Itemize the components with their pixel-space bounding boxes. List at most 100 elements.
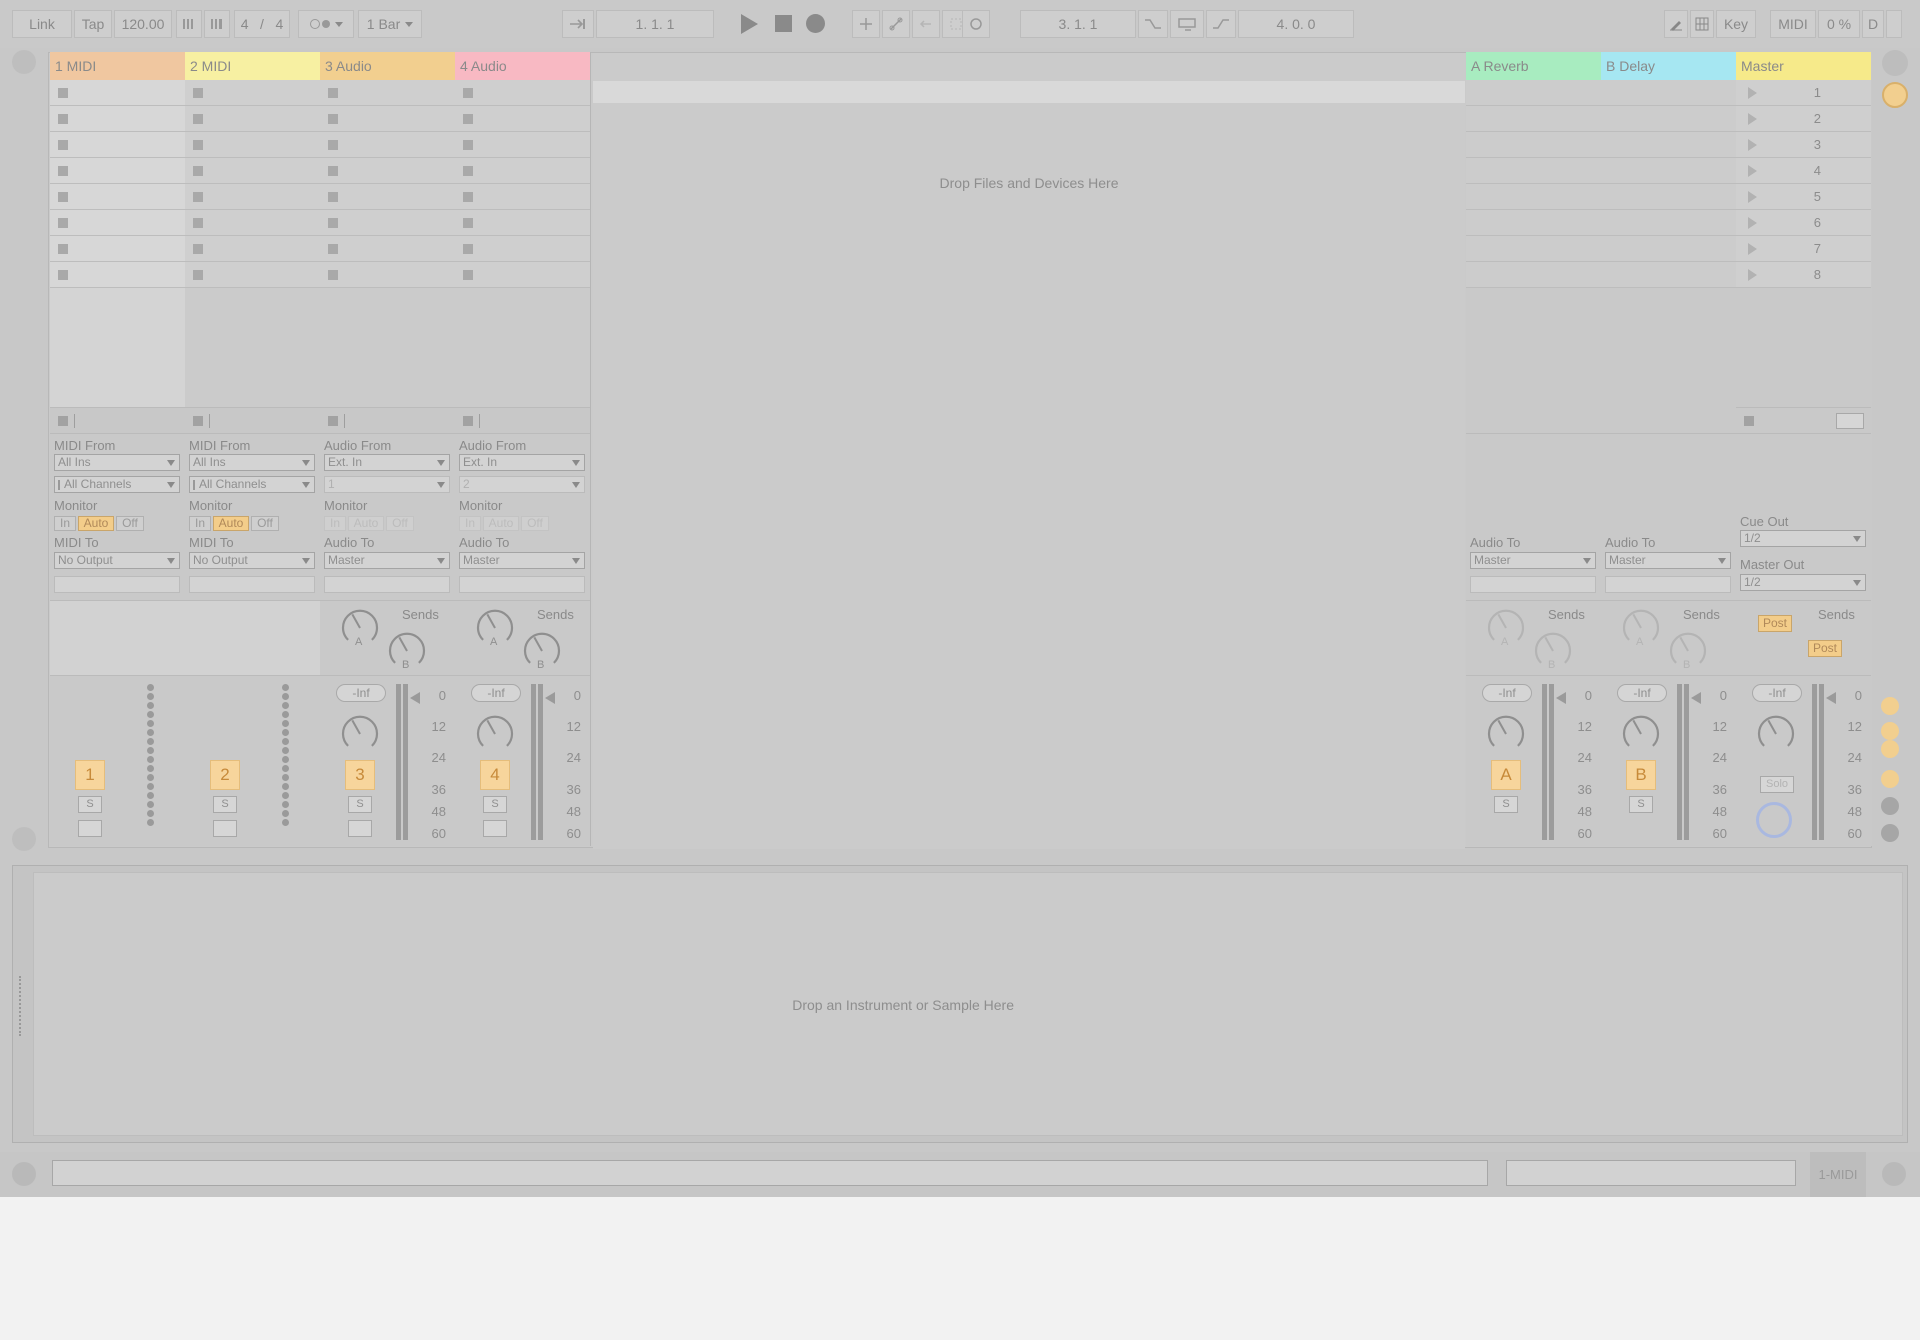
clip-slot[interactable]: [455, 106, 590, 132]
return-activator-button[interactable]: A: [1491, 760, 1521, 790]
output-channel-select[interactable]: [459, 576, 585, 593]
output-channel-select[interactable]: [1470, 576, 1596, 593]
nudge-up-icon[interactable]: [204, 10, 230, 38]
track-header[interactable]: 1 MIDI: [50, 52, 185, 80]
clip-stop-icon[interactable]: [328, 166, 338, 176]
stop-all-icon[interactable]: [1744, 416, 1754, 426]
scene-launch-slot[interactable]: 3: [1736, 132, 1871, 158]
quantize-select[interactable]: 1 Bar: [358, 10, 422, 38]
volume-field[interactable]: -Inf: [1617, 684, 1667, 702]
solo-button[interactable]: S: [213, 796, 237, 813]
input-channel-select[interactable]: 1: [324, 476, 450, 493]
output-channel-select[interactable]: [54, 576, 180, 593]
monitor-in-button[interactable]: In: [324, 516, 346, 531]
session-arrangement-switch-icon[interactable]: [1882, 50, 1908, 76]
post-button[interactable]: Post: [1758, 615, 1792, 632]
clip-slot[interactable]: [185, 132, 320, 158]
track-stop-button-icon[interactable]: [58, 416, 68, 426]
pan-knob[interactable]: [1756, 714, 1796, 758]
clip-stop-icon[interactable]: [193, 244, 203, 254]
master-track-header[interactable]: Master: [1736, 52, 1871, 80]
output-channel-select[interactable]: [324, 576, 450, 593]
detail-toggle-icon[interactable]: [1882, 1162, 1906, 1186]
monitor-off-button[interactable]: Off: [521, 516, 549, 531]
volume-field[interactable]: -Inf: [471, 684, 521, 702]
clip-slot[interactable]: [320, 80, 455, 106]
stop-icon[interactable]: [775, 15, 792, 32]
clip-stop-icon[interactable]: [463, 192, 473, 202]
scene-launch-slot[interactable]: 7: [1736, 236, 1871, 262]
clip-slot[interactable]: [320, 106, 455, 132]
clip-stop-icon[interactable]: [328, 114, 338, 124]
mixer-toggle-icon[interactable]: [1881, 770, 1899, 788]
track-header[interactable]: 4 Audio: [455, 52, 590, 80]
scene-play-icon[interactable]: [1748, 113, 1757, 125]
track-activator-button[interactable]: 2: [210, 760, 240, 790]
clip-slot[interactable]: [50, 132, 185, 158]
sends-toggle-icon[interactable]: [1881, 722, 1899, 740]
key-map-button[interactable]: Key: [1716, 10, 1756, 38]
clip-stop-icon[interactable]: [328, 270, 338, 280]
clip-stop-icon[interactable]: [328, 88, 338, 98]
clip-stop-icon[interactable]: [463, 270, 473, 280]
volume-arrow-icon[interactable]: [410, 692, 420, 704]
arm-button[interactable]: [483, 820, 507, 837]
monitor-auto-button[interactable]: Auto: [348, 516, 384, 531]
clip-slot[interactable]: [320, 184, 455, 210]
clip-stop-icon[interactable]: [328, 192, 338, 202]
device-drop-zone[interactable]: Drop an Instrument or Sample Here: [33, 872, 1903, 1136]
output-type-select[interactable]: Master: [324, 552, 450, 569]
clip-stop-icon[interactable]: [58, 140, 68, 150]
clip-stop-icon[interactable]: [328, 244, 338, 254]
clip-slot[interactable]: [185, 158, 320, 184]
clip-stop-icon[interactable]: [58, 270, 68, 280]
crossfader-toggle-icon[interactable]: [1881, 797, 1899, 815]
session-record-icon[interactable]: [962, 10, 990, 38]
scene-play-icon[interactable]: [1748, 269, 1757, 281]
clip-slot[interactable]: [185, 262, 320, 288]
track-activator-button[interactable]: 4: [480, 760, 510, 790]
clip-stop-icon[interactable]: [193, 114, 203, 124]
time-signature[interactable]: 4 / 4: [234, 10, 290, 38]
clip-stop-icon[interactable]: [328, 140, 338, 150]
overdub-icon[interactable]: [852, 10, 880, 38]
scene-launch-slot[interactable]: 1: [1736, 80, 1871, 106]
clip-slot[interactable]: [50, 80, 185, 106]
input-channel-select[interactable]: All Channels: [54, 476, 180, 493]
clip-slot[interactable]: [455, 236, 590, 262]
pan-knob[interactable]: [340, 714, 380, 758]
track-stop-button-icon[interactable]: [463, 416, 473, 426]
tap-button[interactable]: Tap: [74, 10, 112, 38]
track-header[interactable]: 3 Audio: [320, 52, 455, 80]
clip-slot[interactable]: [455, 132, 590, 158]
browser-toggle-icon[interactable]: [12, 50, 36, 74]
punch-out-icon[interactable]: [1206, 10, 1236, 38]
clip-slot[interactable]: [50, 210, 185, 236]
monitor-off-button[interactable]: Off: [386, 516, 414, 531]
solo-button[interactable]: S: [1629, 796, 1653, 813]
solo-button[interactable]: S: [1494, 796, 1518, 813]
clip-slot[interactable]: [455, 158, 590, 184]
clip-stop-icon[interactable]: [58, 218, 68, 228]
clip-slot[interactable]: [50, 236, 185, 262]
return-activator-button[interactable]: B: [1626, 760, 1656, 790]
output-type-select[interactable]: Master: [1470, 552, 1596, 569]
input-channel-select[interactable]: 2: [459, 476, 585, 493]
output-type-select[interactable]: Master: [1605, 552, 1731, 569]
clip-slot[interactable]: [50, 262, 185, 288]
clip-stop-icon[interactable]: [463, 166, 473, 176]
return-track-header[interactable]: B Delay: [1601, 52, 1736, 80]
input-channel-select[interactable]: All Channels: [189, 476, 315, 493]
tempo-field[interactable]: 120.00: [114, 10, 172, 38]
scene-play-icon[interactable]: [1748, 139, 1757, 151]
pan-knob[interactable]: [1621, 714, 1661, 758]
returns-toggle-icon[interactable]: [1881, 740, 1899, 758]
clip-stop-icon[interactable]: [463, 244, 473, 254]
monitor-auto-button[interactable]: Auto: [78, 516, 114, 531]
play-icon[interactable]: [741, 14, 758, 34]
post-button[interactable]: Post: [1808, 640, 1842, 657]
clip-slot[interactable]: [185, 210, 320, 236]
clip-stop-icon[interactable]: [463, 114, 473, 124]
track-stop-button-icon[interactable]: [328, 416, 338, 426]
pan-knob[interactable]: [1486, 714, 1526, 758]
